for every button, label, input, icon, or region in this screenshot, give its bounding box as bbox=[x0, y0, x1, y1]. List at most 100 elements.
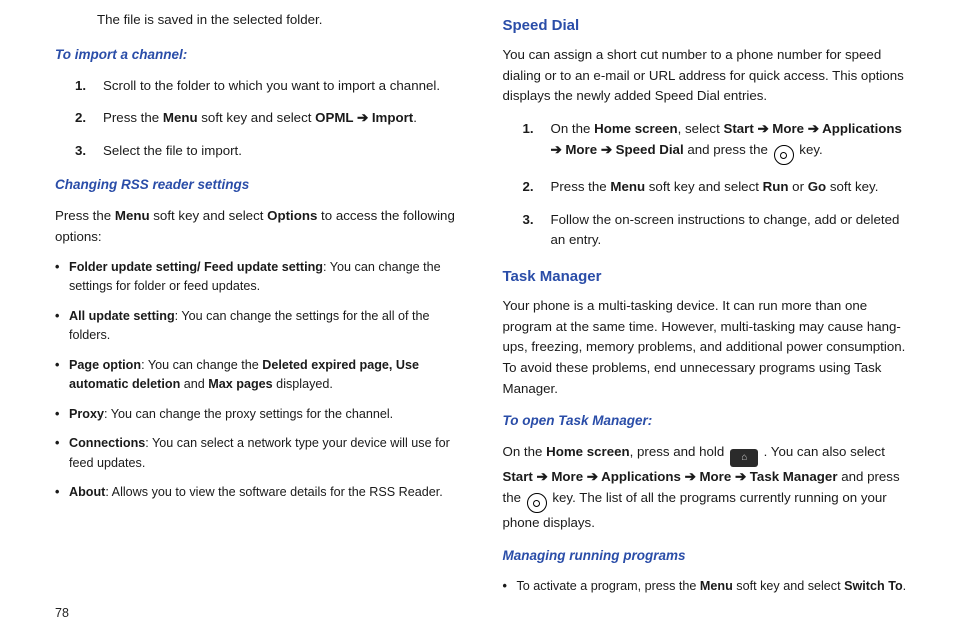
text: Press the bbox=[103, 110, 163, 125]
task-manager-heading: Task Manager bbox=[503, 265, 915, 288]
bold-text: Speed Dial bbox=[616, 142, 684, 157]
bold-text: Menu bbox=[115, 208, 150, 223]
bold-text: Menu bbox=[700, 579, 733, 593]
arrow-icon: ➔ bbox=[583, 469, 601, 484]
step-marker: 1. bbox=[75, 76, 86, 97]
bold-text: Home screen bbox=[546, 444, 630, 459]
list-item: 2. Press the Menu soft key and select OP… bbox=[75, 108, 457, 129]
page-number: 78 bbox=[55, 606, 69, 620]
bold-text: Start bbox=[503, 469, 533, 484]
bold-text: More bbox=[565, 142, 597, 157]
open-task-manager-text: On the Home screen, press and hold ⌂ . Y… bbox=[503, 442, 915, 533]
text: On the bbox=[503, 444, 547, 459]
text: key. bbox=[796, 142, 823, 157]
import-channel-heading: To import a channel: bbox=[55, 45, 457, 66]
text: On the bbox=[551, 121, 595, 136]
home-key-icon: ⌂ bbox=[730, 449, 758, 467]
step-marker: 3. bbox=[523, 210, 534, 231]
bold-text: Page option bbox=[69, 358, 141, 372]
text: soft key and select bbox=[645, 179, 763, 194]
managing-programs-heading: Managing running programs bbox=[503, 546, 915, 567]
arrow-icon: ➔ bbox=[353, 110, 372, 125]
text: soft key. bbox=[826, 179, 878, 194]
speed-dial-intro: You can assign a short cut number to a p… bbox=[503, 45, 915, 107]
list-item: 3. Select the file to import. bbox=[75, 141, 457, 162]
step-marker: 1. bbox=[523, 119, 534, 140]
list-item: 1. On the Home screen, select Start ➔ Mo… bbox=[523, 119, 915, 165]
arrow-icon: ➔ bbox=[681, 469, 700, 484]
arrow-icon: ➔ bbox=[804, 121, 822, 136]
managing-programs-list: To activate a program, press the Menu so… bbox=[503, 577, 915, 597]
text: soft key and select bbox=[733, 579, 844, 593]
manual-page: The file is saved in the selected folder… bbox=[0, 0, 954, 636]
open-task-manager-heading: To open Task Manager: bbox=[503, 411, 915, 432]
text: Press the bbox=[551, 179, 611, 194]
bold-text: Switch To bbox=[844, 579, 903, 593]
bold-text: Menu bbox=[163, 110, 198, 125]
bold-text: OPML bbox=[315, 110, 353, 125]
bold-text: Max pages bbox=[208, 377, 272, 391]
arrow-icon: ➔ bbox=[731, 469, 750, 484]
list-item: Connections: You can select a network ty… bbox=[55, 434, 457, 473]
bold-text: Proxy bbox=[69, 407, 104, 421]
speed-dial-steps: 1. On the Home screen, select Start ➔ Mo… bbox=[523, 119, 915, 251]
ok-key-icon bbox=[527, 493, 547, 513]
step-text: Press the Menu soft key and select OPML … bbox=[103, 110, 417, 125]
bold-text: Run bbox=[763, 179, 789, 194]
ok-key-icon bbox=[774, 145, 794, 165]
list-item: 3. Follow the on-screen instructions to c… bbox=[523, 210, 915, 251]
bold-text: More bbox=[772, 121, 804, 136]
bold-text: Home screen bbox=[594, 121, 678, 136]
step-marker: 2. bbox=[75, 108, 86, 129]
import-steps-list: 1. Scroll to the folder to which you want… bbox=[75, 76, 457, 162]
bold-text: Applications bbox=[601, 469, 681, 484]
arrow-icon: ➔ bbox=[597, 142, 616, 157]
list-item: Page option: You can change the Deleted … bbox=[55, 356, 457, 395]
text: or bbox=[788, 179, 807, 194]
lead-line: The file is saved in the selected folder… bbox=[97, 10, 457, 31]
text: , select bbox=[678, 121, 724, 136]
bold-text: Start bbox=[723, 121, 753, 136]
arrow-icon: ➔ bbox=[533, 469, 552, 484]
text: : You can change the proxy settings for … bbox=[104, 407, 393, 421]
arrow-icon: ➔ bbox=[754, 121, 773, 136]
step-marker: 2. bbox=[523, 177, 534, 198]
rss-intro: Press the Menu soft key and select Optio… bbox=[55, 206, 457, 247]
step-text: Scroll to the folder to which you want t… bbox=[103, 78, 440, 93]
text: and press the bbox=[684, 142, 772, 157]
step-text: On the Home screen, select Start ➔ More … bbox=[551, 121, 902, 157]
text: and bbox=[180, 377, 208, 391]
bold-text: Go bbox=[808, 179, 826, 194]
text: displayed. bbox=[273, 377, 333, 391]
text: Press the bbox=[55, 208, 115, 223]
list-item: Proxy: You can change the proxy settings… bbox=[55, 405, 457, 425]
step-text: Select the file to import. bbox=[103, 143, 242, 158]
text: soft key and select bbox=[150, 208, 268, 223]
list-item: 2. Press the Menu soft key and select Ru… bbox=[523, 177, 915, 198]
text: soft key and select bbox=[198, 110, 316, 125]
task-manager-intro: Your phone is a multi-tasking device. It… bbox=[503, 296, 915, 399]
speed-dial-heading: Speed Dial bbox=[503, 14, 915, 37]
text: . bbox=[903, 579, 907, 593]
bold-text: Menu bbox=[610, 179, 645, 194]
bold-text: More bbox=[551, 469, 583, 484]
rss-settings-heading: Changing RSS reader settings bbox=[55, 175, 457, 196]
step-text: Press the Menu soft key and select Run o… bbox=[551, 179, 879, 194]
step-text: Follow the on-screen instructions to cha… bbox=[551, 212, 900, 248]
text: . bbox=[413, 110, 417, 125]
text: key. The list of all the programs curren… bbox=[503, 490, 887, 531]
list-item: 1. Scroll to the folder to which you want… bbox=[75, 76, 457, 97]
list-item: All update setting: You can change the s… bbox=[55, 307, 457, 346]
text: To activate a program, press the bbox=[517, 579, 700, 593]
bold-text: Import bbox=[372, 110, 413, 125]
rss-options-list: Folder update setting/ Feed update setti… bbox=[55, 258, 457, 503]
bold-text: Connections bbox=[69, 436, 145, 450]
text: . You can also select bbox=[760, 444, 885, 459]
bold-text: Options bbox=[267, 208, 317, 223]
list-item: To activate a program, press the Menu so… bbox=[503, 577, 915, 597]
arrow-icon: ➔ bbox=[551, 142, 566, 157]
bold-text: More bbox=[699, 469, 731, 484]
step-marker: 3. bbox=[75, 141, 86, 162]
bold-text: Folder update setting/ Feed update setti… bbox=[69, 260, 323, 274]
text: : You can change the bbox=[141, 358, 262, 372]
